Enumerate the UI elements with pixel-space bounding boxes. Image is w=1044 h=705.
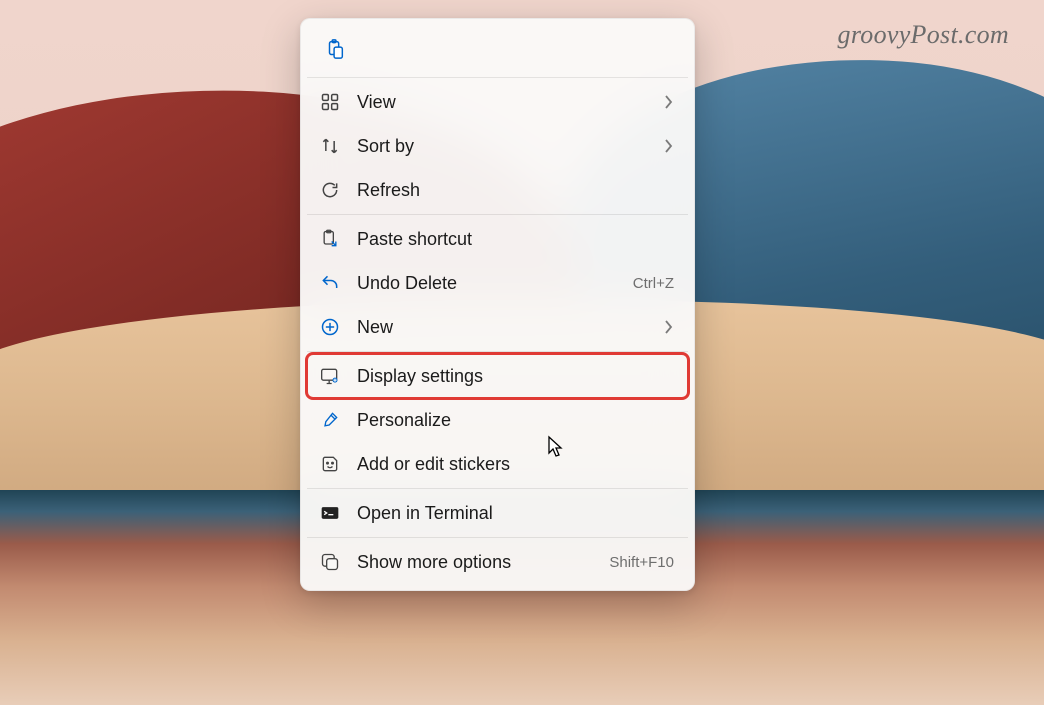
menu-label: Add or edit stickers (357, 454, 674, 475)
menu-item-display-settings[interactable]: Display settings (307, 354, 688, 398)
menu-divider (307, 351, 688, 352)
context-menu-icon-bar (307, 25, 688, 75)
sort-icon (319, 135, 341, 157)
brush-icon (319, 409, 341, 431)
menu-divider (307, 77, 688, 78)
menu-label: Show more options (357, 552, 593, 573)
menu-item-view[interactable]: View (307, 80, 688, 124)
new-icon (319, 316, 341, 338)
menu-label: Paste shortcut (357, 229, 674, 250)
more-options-icon (319, 551, 341, 573)
menu-divider (307, 488, 688, 489)
menu-divider (307, 537, 688, 538)
menu-item-new[interactable]: New (307, 305, 688, 349)
desktop-context-menu: View Sort by Refresh (300, 18, 695, 591)
paste-icon-button[interactable] (317, 31, 353, 67)
menu-item-sort-by[interactable]: Sort by (307, 124, 688, 168)
undo-icon (319, 272, 341, 294)
menu-label: Display settings (357, 366, 674, 387)
menu-item-open-terminal[interactable]: Open in Terminal (307, 491, 688, 535)
paste-shortcut-icon (319, 228, 341, 250)
menu-label: New (357, 317, 648, 338)
paste-icon (324, 38, 346, 60)
chevron-right-icon (664, 95, 674, 109)
chevron-right-icon (664, 320, 674, 334)
chevron-right-icon (664, 139, 674, 153)
menu-label: Refresh (357, 180, 674, 201)
sticker-icon (319, 453, 341, 475)
menu-item-undo-delete[interactable]: Undo Delete Ctrl+Z (307, 261, 688, 305)
menu-label: Undo Delete (357, 273, 617, 294)
menu-label: Personalize (357, 410, 674, 431)
terminal-icon (319, 502, 341, 524)
menu-item-show-more[interactable]: Show more options Shift+F10 (307, 540, 688, 584)
menu-label: Sort by (357, 136, 648, 157)
menu-divider (307, 214, 688, 215)
menu-item-personalize[interactable]: Personalize (307, 398, 688, 442)
grid-icon (319, 91, 341, 113)
menu-shortcut: Shift+F10 (609, 554, 674, 571)
menu-label: View (357, 92, 648, 113)
menu-shortcut: Ctrl+Z (633, 275, 674, 292)
refresh-icon (319, 179, 341, 201)
display-icon (319, 365, 341, 387)
menu-label: Open in Terminal (357, 503, 674, 524)
menu-item-paste-shortcut[interactable]: Paste shortcut (307, 217, 688, 261)
menu-item-refresh[interactable]: Refresh (307, 168, 688, 212)
watermark-text: groovyPost.com (838, 20, 1009, 50)
menu-item-stickers[interactable]: Add or edit stickers (307, 442, 688, 486)
